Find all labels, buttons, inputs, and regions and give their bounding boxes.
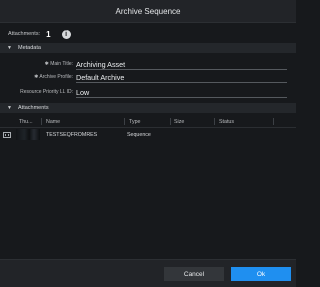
column-header-thumbnail[interactable]: Thu...	[0, 116, 42, 127]
main-title-field: ✱ Main Title: Archiving Asset	[0, 58, 296, 70]
column-header-status[interactable]: Status	[215, 116, 274, 127]
attachments-table-header: Thu... Name Type Size Status	[0, 116, 296, 128]
row-type: Sequence	[127, 131, 151, 138]
main-title-input[interactable]: Archiving Asset	[76, 59, 287, 70]
thumbnail-image	[16, 129, 40, 140]
attachments-count-label: Attachments:	[8, 31, 41, 37]
column-header-size[interactable]: Size	[171, 116, 215, 127]
row-name: TESTSEQFROMRES	[46, 131, 98, 138]
film-icon	[3, 131, 11, 138]
archive-profile-label: ✱ Archive Profile:	[34, 74, 73, 80]
attachments-summary: Attachments: 1 i	[8, 27, 71, 41]
archive-profile-field: ✱ Archive Profile: Default Archive	[0, 71, 296, 83]
main-title-label: ✱ Main Title:	[44, 61, 73, 67]
metadata-section-label: Metadata	[18, 45, 41, 51]
chevron-down-icon: ▼	[7, 45, 12, 51]
ok-button[interactable]: Ok	[231, 267, 291, 281]
archive-profile-input[interactable]: Default Archive	[76, 72, 287, 83]
attachments-section-header[interactable]: ▼ Attachments	[0, 103, 296, 113]
column-header-type[interactable]: Type	[125, 116, 171, 127]
resource-priority-input[interactable]: Low	[76, 87, 287, 98]
column-header-name[interactable]: Name	[42, 116, 125, 127]
resource-priority-label: Resource Priority LL ID:	[20, 89, 73, 95]
dialog-footer: Cancel Ok	[0, 259, 296, 287]
attachments-count: 1	[46, 29, 51, 39]
metadata-section-header[interactable]: ▼ Metadata	[0, 43, 296, 53]
table-row[interactable]: TESTSEQFROMRES Sequence	[0, 128, 296, 141]
dialog-title-bar: Archive Sequence	[0, 0, 296, 23]
dialog-title: Archive Sequence	[115, 6, 181, 16]
chevron-down-icon: ▼	[7, 105, 12, 111]
resource-priority-field: Resource Priority LL ID: Low	[0, 86, 296, 98]
info-icon[interactable]: i	[61, 29, 71, 39]
cancel-button[interactable]: Cancel	[164, 267, 224, 281]
attachments-section-label: Attachments	[18, 105, 49, 111]
